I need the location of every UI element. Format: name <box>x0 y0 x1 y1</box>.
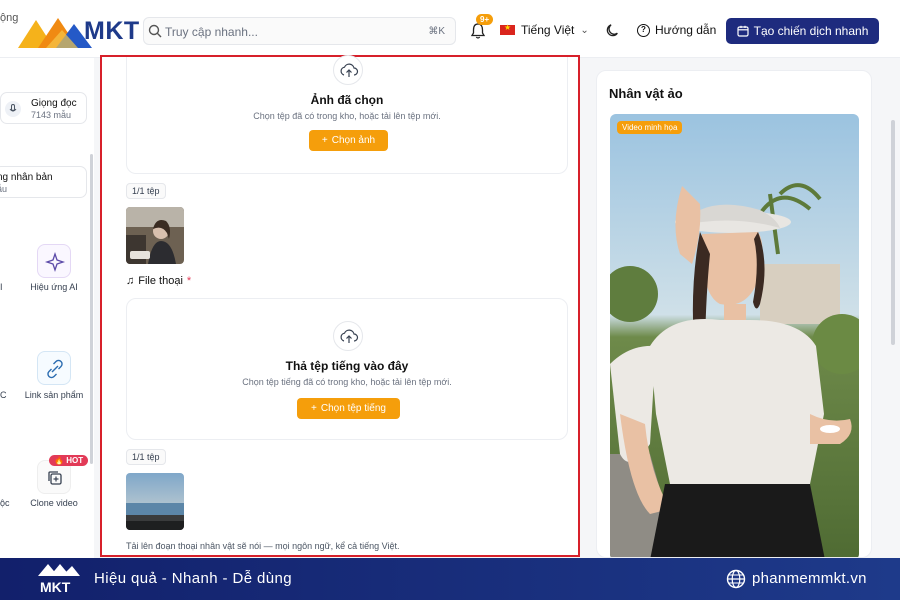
voice-count: 7143 mẫu <box>31 110 72 120</box>
clone-sub: ẫu <box>0 184 8 194</box>
calendar-plus-icon <box>737 25 749 37</box>
ai-effects-label: Hiệu ứng AI <box>30 282 78 292</box>
preview-video[interactable]: Video minh họa <box>610 114 859 557</box>
audio-count-tag: 1/1 tệp <box>126 449 166 465</box>
virtual-character-panel: Nhân vật ảo Video minh họa <box>596 70 872 558</box>
create-campaign-button[interactable]: Tạo chiến dịch nhanh <box>726 18 879 44</box>
microphone-icon <box>5 101 21 117</box>
sparkle-icon <box>44 251 66 273</box>
plus-icon: + <box>321 135 328 146</box>
sidebar-scrollbar[interactable] <box>90 154 93 464</box>
clone-title: ng nhân bản <box>0 172 53 183</box>
help-link[interactable]: ? Hướng dẫn <box>637 23 716 37</box>
brand-footer-banner: MKT Hiệu quả - Nhanh - Dễ dùng phanmemmk… <box>0 558 900 600</box>
globe-icon <box>726 569 746 589</box>
notification-badge: 9+ <box>476 14 494 25</box>
plus-icon: + <box>311 403 317 414</box>
chevron-down-icon: ⌄ <box>580 24 589 36</box>
audio-zone-subtitle: Chọn tệp tiếng đã có trong kho, hoặc tải… <box>242 377 452 387</box>
footer-website: phanmemmkt.vn <box>752 570 867 587</box>
image-dropzone[interactable]: Ảnh đã chọn Chọn tệp đã có trong kho, ho… <box>126 55 568 174</box>
footer-slogan: Hiệu quả - Nhanh - Dễ dùng <box>94 570 293 587</box>
sidebar-tool-product-link[interactable] <box>37 351 71 385</box>
choose-audio-label: Chọn tệp tiếng <box>320 403 386 414</box>
language-label: Tiếng Việt <box>521 23 575 37</box>
search-icon <box>148 24 162 38</box>
panel-title: Nhân vật ảo <box>609 86 683 101</box>
mkt-footer-logo: MKT <box>38 564 80 595</box>
image-zone-title: Ảnh đã chọn <box>310 93 384 107</box>
music-note-icon: ♫ <box>126 275 135 287</box>
vietnam-flag-icon <box>500 23 515 35</box>
audio-zone-title: Thả tệp tiếng vào đây <box>285 359 409 373</box>
audio-dropzone[interactable]: Thả tệp tiếng vào đây Chọn tệp tiếng đã … <box>126 298 568 440</box>
selected-image-thumbnail[interactable] <box>126 207 184 264</box>
ai-effects-clip: I <box>0 282 3 292</box>
top-header: ộng MKT Truy cập nhanh... ⌘K 9+ Tiếng Vi… <box>0 0 900 58</box>
search-placeholder: Truy cập nhanh... <box>165 25 258 39</box>
audio-label-text: File thoại <box>138 275 183 287</box>
required-marker: * <box>186 275 192 287</box>
language-select[interactable]: Tiếng Việt ⌄ <box>500 23 589 37</box>
upload-panel: Ảnh đã chọn Chọn tệp đã có trong kho, ho… <box>100 55 580 557</box>
copy-plus-icon <box>48 471 62 485</box>
choose-audio-button[interactable]: + Chọn tệp tiếng <box>297 398 400 419</box>
sidebar-item-voice-clone[interactable]: ng nhân bản ẫu <box>0 166 87 198</box>
link-icon <box>47 359 63 379</box>
selected-audio-thumbnail[interactable] <box>126 473 184 530</box>
sidebar-item-voice[interactable]: Giọng đọc 7143 mẫu <box>0 92 87 124</box>
svg-text:MKT: MKT <box>40 579 71 595</box>
hot-badge: 🔥 HOT <box>49 455 89 466</box>
sidebar-tool-ai-effects[interactable] <box>37 244 71 278</box>
clone-video-label: Clone video <box>30 498 78 508</box>
moon-icon[interactable] <box>606 23 620 37</box>
cta-label: Tạo chiến dịch nhanh <box>753 24 869 38</box>
video-tag: Video minh họa <box>617 121 683 134</box>
upload-cloud-icon <box>333 321 363 351</box>
search-shortcut: ⌘K <box>428 26 445 37</box>
voice-title: Giọng đọc <box>31 98 77 109</box>
choose-image-label: Chọn ảnh <box>331 135 376 146</box>
upload-cloud-icon <box>333 55 363 85</box>
page-scrollbar[interactable] <box>891 120 895 345</box>
question-icon: ? <box>637 23 650 37</box>
audio-field-label: ♫ File thoại * <box>126 275 191 287</box>
product-link-clip: C <box>0 390 7 400</box>
image-count-tag: 1/1 tệp <box>126 183 166 199</box>
logo-text: MKT <box>84 17 140 45</box>
audio-hint-text: Tải lên đoạn thoại nhân vật sẽ nói — mọi… <box>126 541 400 551</box>
left-sidebar: Giọng đọc 7143 mẫu ng nhân bản ẫu Hiệu ứ… <box>0 58 94 558</box>
product-link-label: Link sản phẩm <box>24 390 84 400</box>
quick-search-input[interactable]: Truy cập nhanh... ⌘K <box>143 17 456 45</box>
clone-video-clip: ộc <box>0 498 10 508</box>
help-label: Hướng dẫn <box>655 23 717 37</box>
image-zone-subtitle: Chọn tệp đã có trong kho, hoặc tải lên t… <box>253 111 441 121</box>
choose-image-button[interactable]: + Chọn ảnh <box>309 130 388 151</box>
